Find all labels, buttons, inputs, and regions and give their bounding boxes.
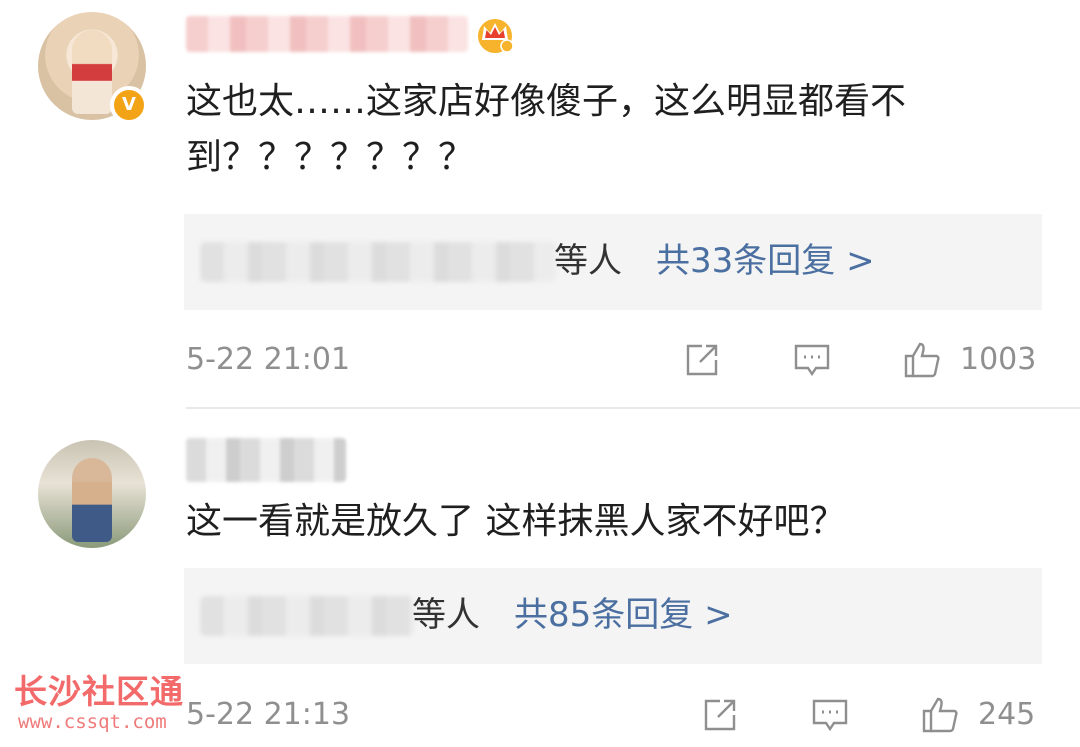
watermark-url: www.cssqt.com — [18, 711, 167, 733]
reply-users-blurred — [200, 596, 414, 636]
view-replies-link[interactable]: 共33条回复 > — [656, 236, 875, 286]
thumbs-up-icon[interactable] — [902, 340, 942, 380]
reply-users-blurred — [200, 242, 556, 282]
share-icon[interactable] — [682, 340, 722, 380]
crown-icon — [478, 19, 514, 53]
comment-text: 这一看就是放久了 这样抹黑人家不好吧？ — [186, 501, 846, 542]
watermark-title: 长沙社区通 — [14, 672, 184, 711]
avatar[interactable] — [38, 440, 146, 548]
like-count: 245 — [978, 697, 1036, 732]
divider — [186, 407, 1080, 409]
verified-badge-icon: V — [110, 86, 148, 124]
timestamp: 5-22 21:01 — [186, 342, 351, 377]
comment-text: 这也太……这家店好像傻子，这么明显都看不到？？？？？？？ — [186, 81, 907, 178]
watermark: 长沙社区通 www.cssqt.com — [12, 672, 212, 740]
comment-item: V 这也太……这家店好像傻子，这么明显都看不到？？？？？？？ 等人 共33条回复… — [0, 0, 1080, 410]
comment-icon[interactable] — [792, 340, 832, 380]
comment-actions: 5-22 21:01 1003 — [0, 330, 1080, 390]
like-count: 1003 — [960, 342, 1037, 377]
username-blurred[interactable] — [186, 16, 468, 52]
share-icon[interactable] — [700, 695, 740, 735]
reply-preview[interactable]: 等人 共85条回复 > — [184, 568, 1042, 664]
thumbs-up-icon[interactable] — [920, 695, 960, 735]
reply-others-label: 等人 — [412, 595, 480, 635]
comment-icon[interactable] — [810, 695, 850, 735]
reply-others-label: 等人 — [554, 241, 622, 281]
view-replies-link[interactable]: 共85条回复 > — [514, 590, 733, 640]
reply-preview[interactable]: 等人 共33条回复 > — [184, 214, 1042, 310]
username-blurred[interactable] — [186, 438, 346, 482]
